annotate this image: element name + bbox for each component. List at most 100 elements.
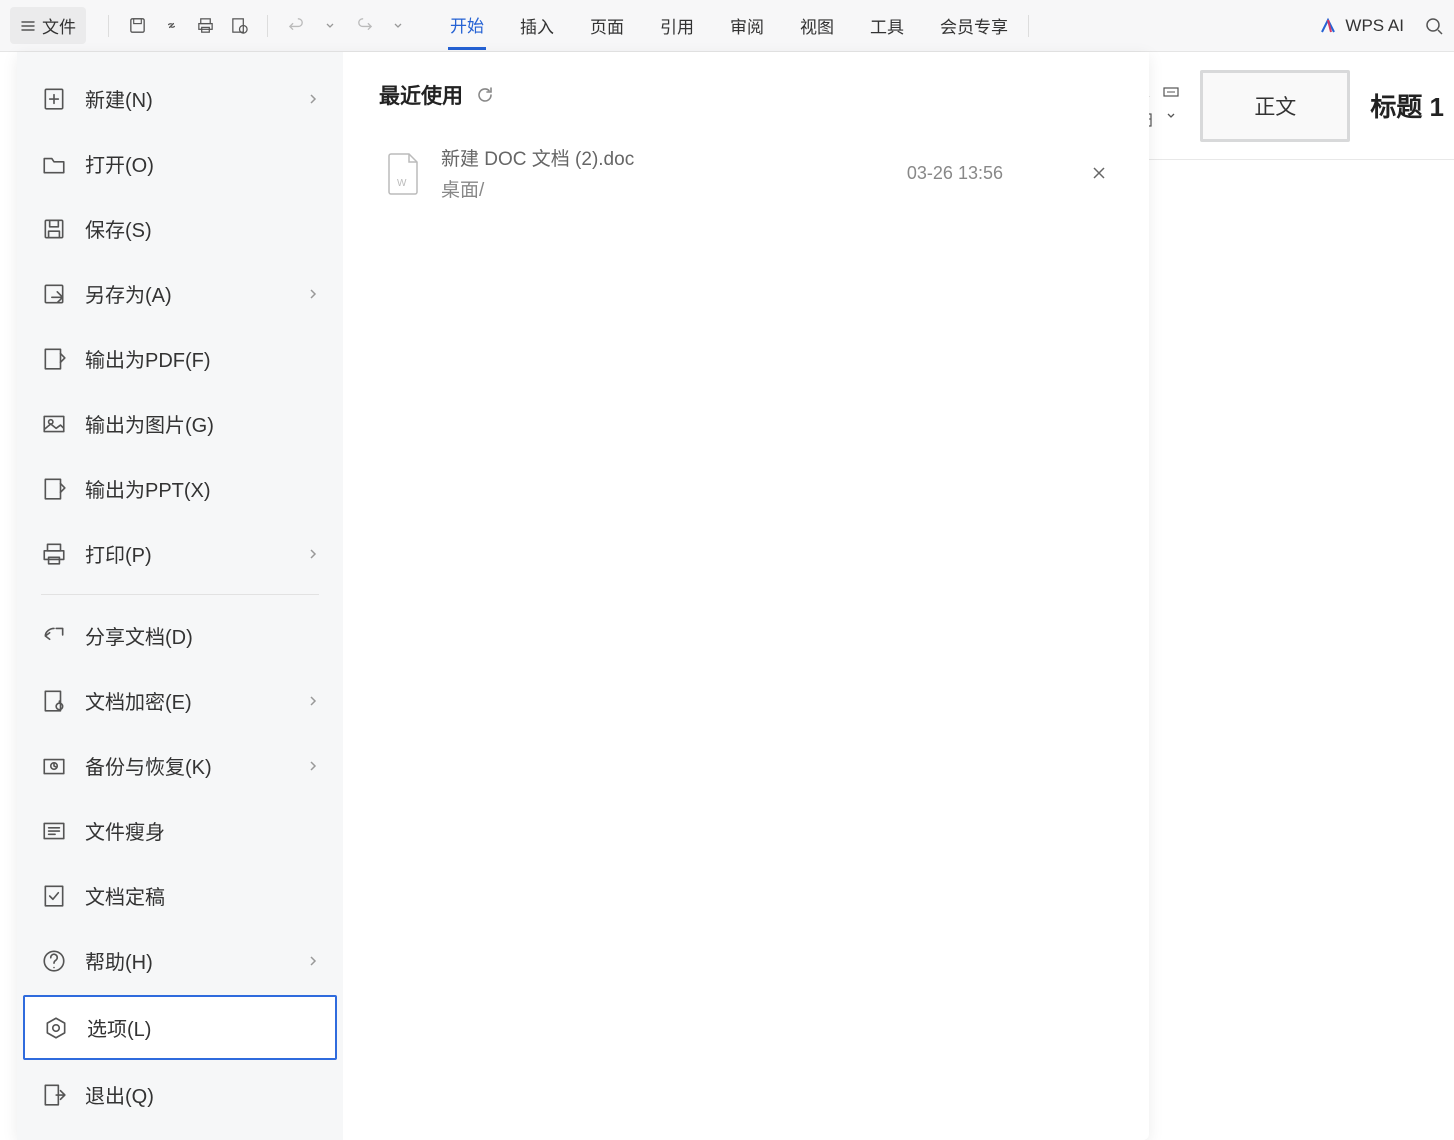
chevron-right-icon: [307, 760, 319, 772]
tab-page[interactable]: 页面: [588, 3, 626, 48]
close-icon[interactable]: [1091, 165, 1109, 183]
encrypt-icon: [41, 688, 67, 714]
menu-item-label: 分享文档(D): [85, 621, 193, 650]
menu-item-label: 输出为PPT(X): [85, 474, 211, 503]
ribbon-styles-area: 正文 标题 1: [1122, 52, 1454, 160]
save-icon: [41, 216, 67, 242]
chevron-right-icon: [307, 288, 319, 300]
print-icon: [41, 541, 67, 567]
menu-item-pdf[interactable]: 输出为PDF(F): [17, 326, 343, 391]
toolbar: 文件 开始 插入 页面 引用 审阅 视图 工具 会员专享 WPS AI: [0, 0, 1454, 52]
menu-item-save[interactable]: 保存(S): [17, 196, 343, 261]
menu-item-label: 退出(Q): [85, 1080, 154, 1109]
exit-icon: [41, 1082, 67, 1108]
file-name: 新建 DOC 文档 (2).doc: [441, 146, 889, 175]
menu-item-backup[interactable]: 备份与恢复(K): [17, 733, 343, 798]
print-icon[interactable]: [195, 16, 215, 36]
menu-item-label: 打开(O): [85, 149, 154, 178]
menu-item-label: 文档定稿: [85, 881, 165, 910]
menu-item-finalize[interactable]: 文档定稿: [17, 863, 343, 928]
wps-ai-button[interactable]: WPS AI: [1319, 16, 1412, 36]
redo-dropdown-icon[interactable]: [388, 16, 408, 36]
svg-text:W: W: [397, 178, 407, 189]
menu-item-options[interactable]: 选项(L): [23, 995, 337, 1060]
menu-item-ppt[interactable]: 输出为PPT(X): [17, 456, 343, 521]
separator: [108, 15, 109, 37]
menu-item-label: 输出为图片(G): [85, 409, 214, 438]
refresh-icon[interactable]: [475, 85, 495, 105]
doc-file-icon: W: [383, 151, 423, 197]
file-menu-button[interactable]: 文件: [10, 7, 86, 44]
menu-item-label: 打印(P): [85, 539, 152, 568]
separator: [1028, 15, 1029, 37]
tab-insert[interactable]: 插入: [518, 3, 556, 48]
menu-item-encrypt[interactable]: 文档加密(E): [17, 668, 343, 733]
menu-item-help[interactable]: 帮助(H): [17, 928, 343, 993]
divider: [41, 594, 319, 595]
menu-item-label: 另存为(A): [85, 279, 172, 308]
file-label: 文件: [42, 13, 76, 38]
search-icon[interactable]: [1424, 16, 1444, 36]
save-icon[interactable]: [127, 16, 147, 36]
print-preview-icon[interactable]: [229, 16, 249, 36]
file-time: 03-26 13:56: [907, 163, 1003, 184]
file-meta: 新建 DOC 文档 (2).doc 桌面/: [441, 146, 889, 202]
quick-access-toolbar: [104, 15, 408, 37]
recent-file-item[interactable]: W 新建 DOC 文档 (2).doc 桌面/ 03-26 13:56: [379, 138, 1113, 210]
menu-item-slim[interactable]: 文件瘦身: [17, 798, 343, 863]
tab-tools[interactable]: 工具: [868, 3, 906, 48]
tab-reference[interactable]: 引用: [658, 3, 696, 48]
undo-dropdown-icon[interactable]: [320, 16, 340, 36]
menu-item-label: 帮助(H): [85, 946, 153, 975]
tab-start[interactable]: 开始: [448, 2, 486, 50]
menu-item-image[interactable]: 输出为图片(G): [17, 391, 343, 456]
tab-view[interactable]: 视图: [798, 3, 836, 48]
file-side-menu: 新建(N) 打开(O) 保存(S) 另存为(A) 输出为PDF(F) 输出为图片…: [17, 52, 343, 1140]
menu-icon: [20, 18, 36, 34]
image-icon: [41, 411, 67, 437]
redo-icon[interactable]: [354, 16, 374, 36]
file-path: 桌面/: [441, 175, 889, 202]
recent-panel: 最近使用 W 新建 DOC 文档 (2).doc 桌面/ 03-26 13:56: [343, 52, 1149, 1140]
help-icon: [41, 948, 67, 974]
chevron-right-icon: [307, 93, 319, 105]
recent-title: 最近使用: [379, 80, 463, 110]
style-body[interactable]: 正文: [1200, 70, 1350, 142]
options-icon: [43, 1015, 69, 1041]
menu-item-label: 选项(L): [87, 1013, 151, 1042]
ppt-icon: [41, 476, 67, 502]
fit-icon[interactable]: [1162, 83, 1180, 101]
menu-item-saveas[interactable]: 另存为(A): [17, 261, 343, 326]
separator: [267, 15, 268, 37]
chevron-down-icon[interactable]: [1166, 111, 1176, 129]
link-icon[interactable]: [161, 16, 181, 36]
undo-icon[interactable]: [286, 16, 306, 36]
chevron-right-icon: [307, 548, 319, 560]
chevron-right-icon: [307, 955, 319, 967]
chevron-right-icon: [307, 695, 319, 707]
menu-item-label: 输出为PDF(F): [85, 344, 211, 373]
menu-item-label: 保存(S): [85, 214, 152, 243]
wps-ai-label: WPS AI: [1345, 16, 1404, 36]
pdf-icon: [41, 346, 67, 372]
slim-icon: [41, 818, 67, 844]
menu-item-print[interactable]: 打印(P): [17, 521, 343, 586]
finalize-icon: [41, 883, 67, 909]
ribbon-tabs: 开始 插入 页面 引用 审阅 视图 工具 会员专享: [448, 2, 1010, 50]
menu-item-exit[interactable]: 退出(Q): [17, 1062, 343, 1127]
share-icon: [41, 623, 67, 649]
file-menu-panel: 新建(N) 打开(O) 保存(S) 另存为(A) 输出为PDF(F) 输出为图片…: [17, 52, 1149, 1140]
menu-item-label: 新建(N): [85, 84, 153, 113]
menu-item-label: 文档加密(E): [85, 686, 192, 715]
menu-item-share[interactable]: 分享文档(D): [17, 603, 343, 668]
style-heading1[interactable]: 标题 1: [1370, 87, 1444, 124]
recent-header: 最近使用: [379, 80, 1113, 110]
saveas-icon: [41, 281, 67, 307]
menu-item-open[interactable]: 打开(O): [17, 131, 343, 196]
backup-icon: [41, 753, 67, 779]
tab-review[interactable]: 审阅: [728, 3, 766, 48]
tab-member[interactable]: 会员专享: [938, 3, 1010, 48]
open-icon: [41, 151, 67, 177]
menu-item-label: 备份与恢复(K): [85, 751, 212, 780]
menu-item-new[interactable]: 新建(N): [17, 66, 343, 131]
